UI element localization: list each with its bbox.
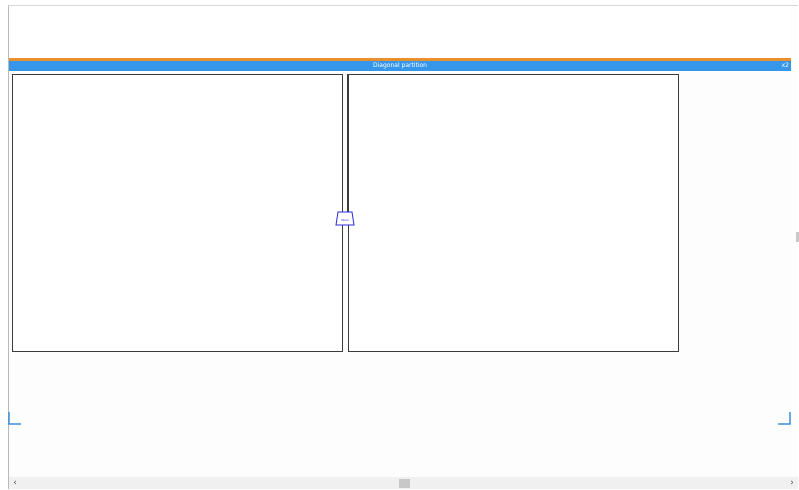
node-label: Stem	[341, 218, 349, 222]
diagram-node-svg[interactable]: Stem	[335, 210, 357, 228]
zoom-indicator[interactable]: x2	[782, 61, 789, 71]
right-partition-cell[interactable]	[348, 74, 679, 352]
title-text: Diagonal partition	[373, 62, 427, 69]
scroll-left-icon[interactable]: ‹	[9, 477, 21, 489]
left-partition-cell[interactable]	[12, 74, 343, 352]
scroll-thumb[interactable]	[399, 479, 410, 488]
partition-connector	[342, 74, 348, 212]
selection-corner-left	[8, 412, 21, 425]
scroll-right-icon[interactable]: ›	[786, 477, 798, 489]
selection-corner-right	[778, 412, 791, 425]
title-bar[interactable]: Diagonal partition x2	[9, 61, 791, 71]
top-blank-area	[9, 6, 791, 58]
horizontal-scrollbar[interactable]: ‹ ›	[9, 477, 798, 489]
